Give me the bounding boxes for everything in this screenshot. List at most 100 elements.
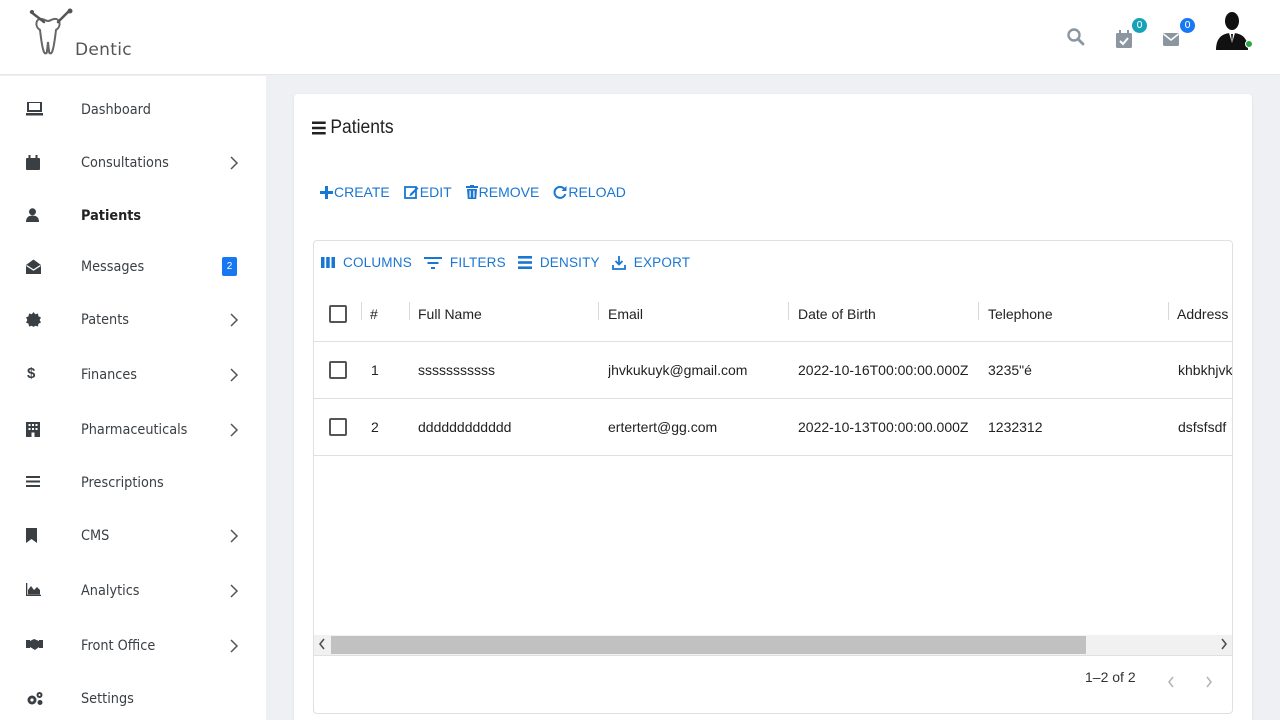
column-header-email[interactable]: Email <box>608 287 778 341</box>
sidebar-item-label: Analytics <box>81 583 140 599</box>
download-icon <box>611 255 626 270</box>
column-separator[interactable] <box>1168 302 1169 320</box>
notifications-badge: 0 <box>1132 18 1147 33</box>
app-name: Dentic <box>75 40 132 60</box>
columns-icon <box>321 257 335 268</box>
bookmark-icon <box>26 528 42 544</box>
scroll-left-arrow-icon[interactable] <box>316 638 328 652</box>
chevron-left-icon <box>1167 676 1174 688</box>
laptop-icon <box>26 101 43 118</box>
reload-button[interactable]: RELOAD <box>553 184 626 200</box>
column-separator[interactable] <box>361 302 362 320</box>
action-toolbar: CREATE EDIT REMOVE RELOAD <box>320 184 626 200</box>
sidebar-item-label: Pharmaceuticals <box>81 422 188 438</box>
create-button[interactable]: CREATE <box>320 184 390 200</box>
app-logo[interactable]: Dentic <box>28 8 148 68</box>
sidebar-item-messages[interactable]: Messages 2 <box>0 247 266 287</box>
dollar-icon: $ <box>27 365 36 382</box>
messages-count-badge: 2 <box>222 257 237 276</box>
edit-icon <box>403 186 419 199</box>
sidebar-item-front-office[interactable]: Front Office <box>0 626 266 666</box>
next-page-button[interactable] <box>1204 674 1218 692</box>
bars-icon <box>312 121 326 135</box>
edit-button[interactable]: EDIT <box>403 184 452 200</box>
cell-email: jhvkukuyk@gmail.com <box>608 362 748 378</box>
column-separator[interactable] <box>598 302 599 320</box>
sidebar-item-label: Messages <box>81 259 145 275</box>
page-title: Patients <box>312 117 394 139</box>
export-button[interactable]: EXPORT <box>611 255 690 270</box>
sidebar-item-label: Patents <box>81 312 129 328</box>
filters-button[interactable]: FILTERS <box>423 255 506 270</box>
column-header-id[interactable]: # <box>370 287 400 341</box>
cell-telephone: 1232312 <box>988 419 1043 435</box>
cell-date-of-birth: 2022-10-16T00:00:00.000Z <box>798 362 969 378</box>
cell-id: 1 <box>371 362 379 378</box>
chevron-right-icon <box>1206 676 1213 688</box>
select-all-checkbox-cell <box>329 287 353 341</box>
sidebar-item-settings[interactable]: Settings <box>0 679 266 719</box>
sidebar-item-label: Prescriptions <box>81 475 164 491</box>
filter-icon <box>423 256 442 269</box>
cell-full-name: sssssssssss <box>418 362 495 378</box>
search-icon[interactable] <box>1067 28 1087 48</box>
sidebar-item-label: Settings <box>81 691 134 707</box>
row-checkbox[interactable] <box>329 361 347 379</box>
chevron-right-icon <box>229 639 239 653</box>
sidebar-item-pharmaceuticals[interactable]: Pharmaceuticals <box>0 410 266 450</box>
horizontal-scrollbar[interactable] <box>314 635 1232 655</box>
cell-address: dsfsfsdf <box>1178 419 1227 435</box>
sidebar-item-prescriptions[interactable]: Prescriptions <box>0 463 266 503</box>
table-row[interactable]: 1 sssssssssss jhvkukuyk@gmail.com 2022-1… <box>314 342 1233 399</box>
column-header-telephone[interactable]: Telephone <box>988 287 1158 341</box>
sidebar-item-label: CMS <box>81 528 110 544</box>
plus-icon <box>320 185 333 199</box>
sidebar-item-finances[interactable]: $ Finances <box>0 355 266 395</box>
patients-card: Patients CREATE EDIT REMOVE RELOAD COLUM… <box>294 94 1252 720</box>
density-icon <box>517 256 532 269</box>
online-status-dot <box>1245 40 1253 48</box>
chevron-right-icon <box>229 313 239 327</box>
sidebar-item-patents[interactable]: Patents <box>0 300 266 340</box>
column-header-full-name[interactable]: Full Name <box>418 287 588 341</box>
list-icon <box>26 475 42 491</box>
column-separator[interactable] <box>788 302 789 320</box>
building-icon <box>26 422 42 438</box>
column-separator[interactable] <box>978 302 979 320</box>
grid-footer: 1–2 of 2 <box>314 655 1232 713</box>
reload-icon <box>553 185 567 199</box>
scroll-right-arrow-icon[interactable] <box>1218 638 1230 652</box>
row-checkbox-cell <box>329 399 353 455</box>
column-header-date-of-birth[interactable]: Date of Birth <box>798 287 968 341</box>
pagination-range: 1–2 of 2 <box>1085 669 1136 685</box>
sidebar: Dashboard Consultations Patients Message… <box>0 76 266 720</box>
certificate-icon <box>26 312 42 328</box>
cell-address: khbkhjvk <box>1178 362 1233 378</box>
chevron-right-icon <box>229 423 239 437</box>
tooth-logo-icon <box>29 8 73 55</box>
sidebar-item-label: Patients <box>81 208 142 224</box>
trash-icon <box>465 185 478 199</box>
calendar-check-icon[interactable] <box>1116 30 1136 50</box>
column-separator[interactable] <box>409 302 410 320</box>
sidebar-item-dashboard[interactable]: Dashboard <box>0 90 266 130</box>
remove-button[interactable]: REMOVE <box>465 184 539 200</box>
select-all-checkbox[interactable] <box>329 305 347 323</box>
columns-button[interactable]: COLUMNS <box>321 255 412 270</box>
envelope-icon[interactable] <box>1163 33 1183 53</box>
sidebar-item-cms[interactable]: CMS <box>0 516 266 556</box>
sidebar-item-analytics[interactable]: Analytics <box>0 571 266 611</box>
density-button[interactable]: DENSITY <box>517 255 600 270</box>
area-chart-icon <box>25 583 42 599</box>
column-header-address[interactable]: Address <box>1177 287 1232 341</box>
messages-badge: 0 <box>1180 18 1195 33</box>
sidebar-item-consultations[interactable]: Consultations <box>0 143 266 183</box>
cell-telephone: 3235"é <box>988 362 1032 378</box>
cell-email: ertertert@gg.com <box>608 419 718 435</box>
sidebar-item-patients[interactable]: Patients <box>0 196 266 236</box>
scrollbar-thumb[interactable] <box>331 636 1086 654</box>
previous-page-button[interactable] <box>1166 674 1180 692</box>
table-row[interactable]: 2 dddddddddddd ertertert@gg.com 2022-10-… <box>314 399 1232 456</box>
page-title-text: Patients <box>330 117 394 138</box>
row-checkbox[interactable] <box>329 418 347 436</box>
